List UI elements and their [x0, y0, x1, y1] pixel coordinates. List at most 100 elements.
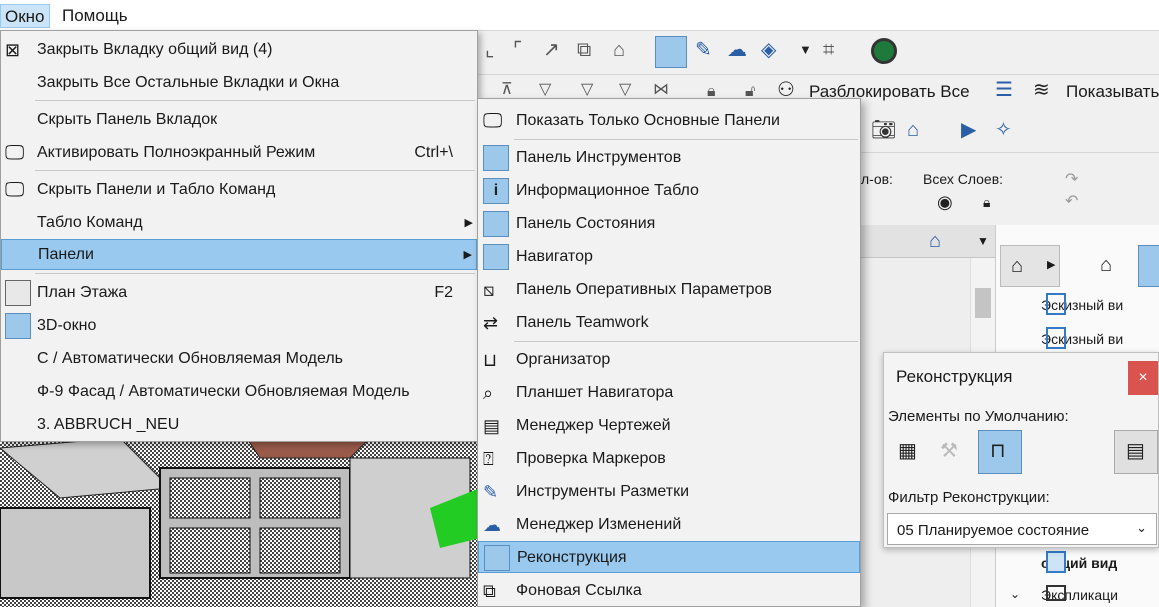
menu-item-label: Панель Состояния — [516, 215, 656, 232]
menu-item-label: Фоновая Ссылка — [516, 582, 642, 599]
layers-icon[interactable]: ☰ — [995, 78, 1013, 102]
menu-item-label: Навигатор — [516, 248, 593, 265]
folders-icon: ▤ — [1126, 440, 1145, 462]
render-icon[interactable]: ✧ — [995, 118, 1012, 142]
cube-icon — [1046, 551, 1066, 573]
project-map-button[interactable]: ⌂ ▶ — [1000, 245, 1060, 287]
lock-icon[interactable]: 🔒︎ — [983, 190, 990, 214]
menu-item-3d-window[interactable]: 3D-окно — [1, 310, 477, 342]
menu-separator — [35, 273, 475, 274]
menu-item-label: Панель Оперативных Параметров — [516, 281, 772, 298]
menu-item-toolbox[interactable]: Панель Инструментов — [478, 142, 860, 174]
renovation-filter-value: 05 Планируемое состояние — [897, 522, 1090, 539]
menu-item-label: Активировать Полноэкранный Режим — [37, 144, 316, 161]
menu-item-hide-panels[interactable]: 🖵︎ Скрыть Панели и Табло Команд — [1, 174, 477, 206]
menu-item-label: Проверка Маркеров — [516, 450, 666, 467]
submenu-arrow-icon: ▶ — [463, 249, 472, 261]
navigator-icon — [483, 244, 509, 270]
menu-item-label: 3. ABBRUCH _NEU — [37, 416, 180, 433]
close-button[interactable]: × — [1128, 361, 1158, 395]
menu-help[interactable]: Помощь — [58, 4, 132, 28]
menu-bar: Окно Помощь — [0, 0, 1159, 30]
select-frame-icon[interactable] — [655, 36, 687, 68]
menu-item-label: Ф-9 Фасад / Автоматически Обновляемая Мо… — [37, 383, 410, 400]
menu-item-drawing-manager[interactable]: ▤ Менеджер Чертежей — [478, 410, 860, 442]
chevron-down-icon[interactable]: ⌄ — [1010, 587, 1020, 601]
menu-item-palettes[interactable]: Панели ▶ — [1, 239, 477, 270]
menu-item-teamwork[interactable]: ⇄ Панель Teamwork — [478, 307, 860, 339]
adjust-icon[interactable]: ⌜ — [513, 38, 522, 62]
cube-icon — [1046, 327, 1066, 349]
brick-wall-icon[interactable]: ▦ — [898, 439, 917, 463]
menu-item-basic-panels[interactable]: 🖵︎ Показать Только Основные Панели — [478, 105, 860, 137]
marker-check-icon: ⍰ — [483, 449, 494, 469]
undo-icon[interactable]: ↶ — [1065, 190, 1078, 214]
chevron-right-icon: ▶ — [1047, 259, 1056, 271]
house-icon[interactable]: ⌂ — [613, 38, 625, 62]
tag-icon[interactable]: ⌗ — [823, 38, 834, 62]
menu-item-command-layout[interactable]: Табло Команд ▶ — [1, 207, 477, 239]
menu-item-navigator-preview[interactable]: ⌕ Планшет Навигатора — [478, 377, 860, 409]
resize-icon[interactable]: ⧉ — [577, 38, 591, 62]
brush-icon[interactable]: ✎ — [695, 38, 712, 62]
cube-edit-icon[interactable]: ◈ — [761, 38, 776, 62]
cloud-icon[interactable]: ☁ — [727, 38, 747, 62]
globe-icon[interactable] — [871, 38, 897, 64]
menu-item-close-tab[interactable]: ⊠ Закрыть Вкладку общий вид (4) — [1, 34, 477, 66]
menu-item-label: Реконструкция — [517, 549, 627, 566]
menu-window[interactable]: Окно — [0, 4, 50, 28]
toolbox-icon — [483, 145, 509, 171]
redo-icon[interactable]: ↷ — [1065, 168, 1078, 192]
crane-icon: ⊓ — [990, 440, 1006, 462]
hide-panels-icon: 🖵︎ — [5, 179, 25, 201]
dropdown-arrow-icon[interactable]: ▼ — [799, 38, 812, 62]
new-construction-button[interactable]: ⊓ — [978, 430, 1022, 474]
layers-partial-label: л-ов: — [861, 171, 893, 187]
menu-item-quick-options[interactable]: ⧅ Панель Оперативных Параметров — [478, 274, 860, 306]
menu-item-markup-tools[interactable]: ✎ Инструменты Разметки — [478, 476, 860, 508]
menu-item-background-reference[interactable]: ⧉ Фоновая Ссылка — [478, 575, 860, 607]
menu-item-marker-check[interactable]: ⍰ Проверка Маркеров — [478, 443, 860, 475]
elevation-icon[interactable]: ⌂ — [907, 118, 919, 142]
menu-item-view[interactable]: Ф-9 Фасад / Автоматически Обновляемая Мо… — [1, 376, 477, 408]
view-map-button[interactable] — [1138, 245, 1159, 287]
menu-item-info-box[interactable]: i Информационное Табло — [478, 175, 860, 207]
settings-button[interactable]: ▤ — [1114, 430, 1158, 474]
menu-item-status-bar[interactable]: Панель Состояния — [478, 208, 860, 240]
fullscreen-icon: 🖵︎ — [5, 142, 25, 164]
menu-item-view[interactable]: С / Автоматически Обновляемая Модель — [1, 343, 477, 375]
menu-item-view[interactable]: 3. ABBRUCH _NEU — [1, 409, 477, 441]
chevron-down-icon[interactable]: ▼ — [977, 234, 989, 248]
menu-item-navigator[interactable]: Навигатор — [478, 241, 860, 273]
menu-item-renovation[interactable]: Реконструкция — [478, 541, 860, 573]
menu-item-label: Скрыть Панель Вкладок — [37, 111, 218, 128]
video-icon[interactable]: ▶ — [961, 118, 976, 142]
stack-icon[interactable]: ≋ — [1033, 78, 1050, 102]
menu-item-close-others[interactable]: Закрыть Все Остальные Вкладки и Окна — [1, 67, 477, 99]
mirror-icon[interactable]: ⌞ — [485, 38, 494, 62]
menu-item-label: Табло Команд — [37, 214, 143, 231]
show-label[interactable]: Показывать — [1066, 80, 1159, 104]
menu-item-shortcut: F2 — [434, 284, 453, 301]
menu-item-label: Информационное Табло — [516, 182, 699, 199]
camera-icon[interactable]: 📷︎ — [871, 118, 896, 142]
close-tab-icon: ⊠ — [5, 40, 21, 60]
menu-item-label: Менеджер Чертежей — [516, 417, 671, 434]
defaults-label: Элементы по Умолчанию: — [888, 408, 1069, 425]
menu-item-change-manager[interactable]: ☁ Менеджер Изменений — [478, 509, 860, 541]
3d-window-icon — [5, 313, 31, 339]
house-view-icon[interactable]: ⌂ — [1100, 253, 1112, 277]
menu-item-fullscreen[interactable]: 🖵︎ Активировать Полноэкранный Режим Ctrl… — [1, 137, 477, 169]
view-structure-icon[interactable]: ⌂ — [929, 229, 941, 253]
demolish-icon[interactable]: ⚒ — [940, 439, 958, 463]
menu-item-label: Организатор — [516, 351, 611, 368]
menu-item-hide-tab-bar[interactable]: Скрыть Панель Вкладок — [1, 104, 477, 136]
floor-plan-icon — [5, 280, 31, 306]
menu-item-organizer[interactable]: ⊔ Организатор — [478, 344, 860, 376]
eye-icon[interactable]: ◉ — [937, 190, 953, 214]
renovation-filter-select[interactable]: 05 Планируемое состояние ⌄ — [887, 513, 1157, 545]
scroll-thumb[interactable] — [975, 288, 991, 318]
curve-icon[interactable]: ↗ — [543, 38, 560, 62]
menu-separator — [514, 139, 858, 140]
menu-item-floor-plan[interactable]: План Этажа F2 — [1, 277, 477, 309]
